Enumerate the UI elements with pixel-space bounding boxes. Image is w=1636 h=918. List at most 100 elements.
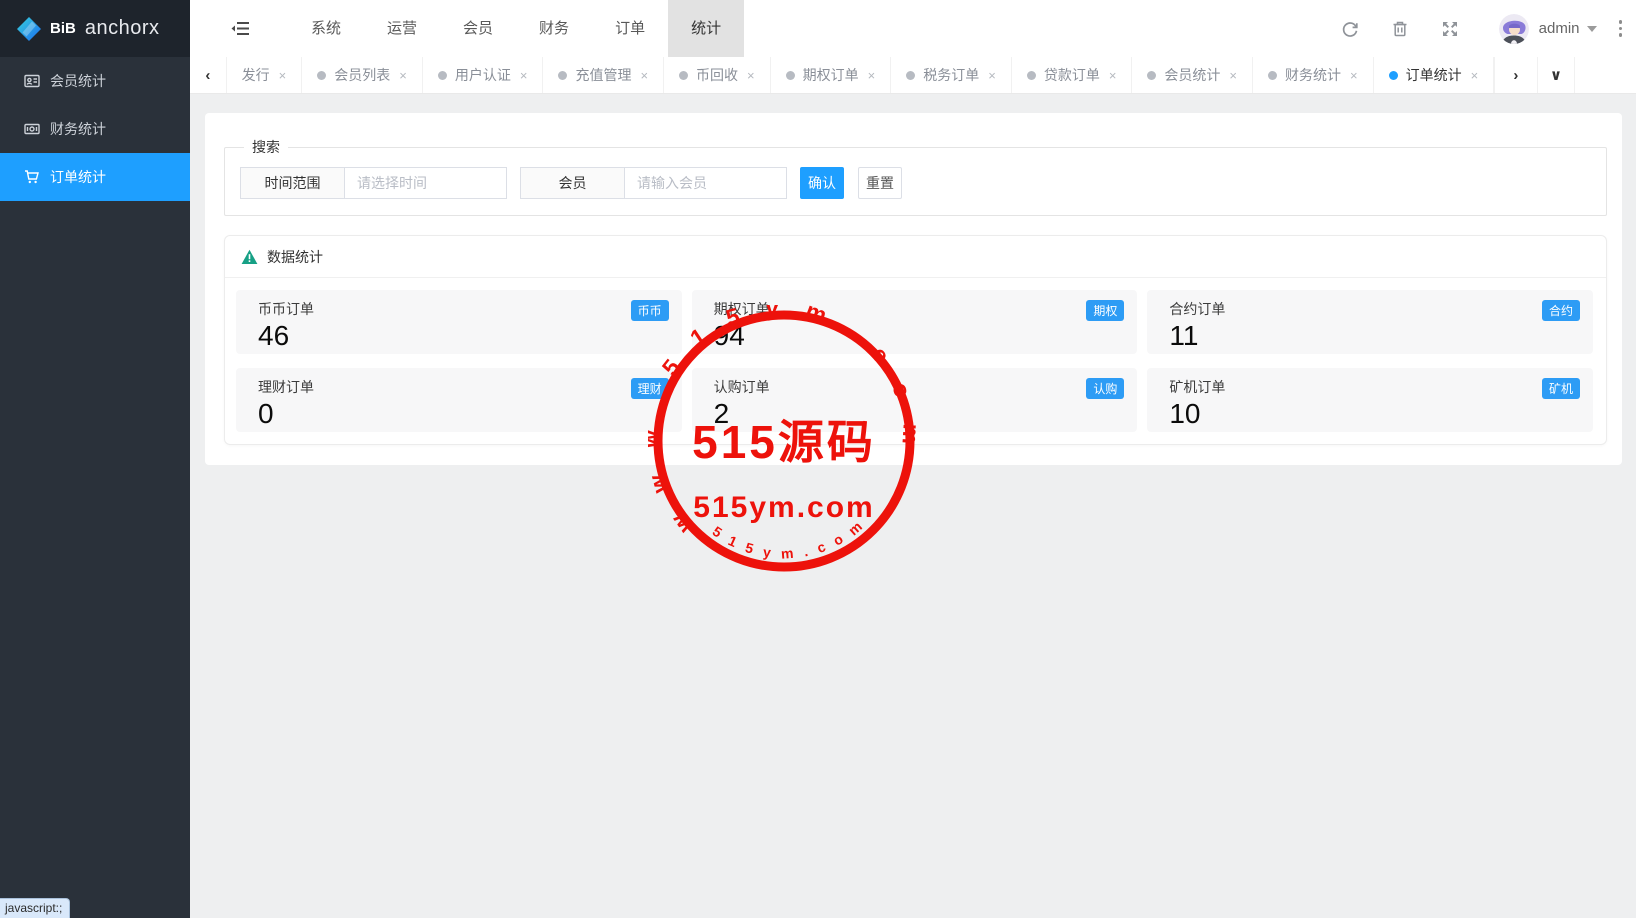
tab-label: 币回收 xyxy=(696,65,738,85)
brand-logo[interactable]: BiB anchorx xyxy=(0,0,190,57)
user-caret-down-icon[interactable] xyxy=(1587,26,1597,32)
tabs-menu-toggle[interactable]: ∨ xyxy=(1537,57,1576,93)
tab-dot xyxy=(679,71,688,80)
tab-dot xyxy=(786,71,795,80)
admin-dashboard: BiB anchorx 会员统计 xyxy=(0,0,1636,918)
tab-label: 税务订单 xyxy=(923,65,979,85)
user-avatar[interactable] xyxy=(1499,14,1529,44)
sidebar-item-label: 订单统计 xyxy=(50,167,106,187)
refresh-icon[interactable] xyxy=(1341,20,1359,38)
member-input[interactable] xyxy=(624,167,787,199)
tab-loan-orders[interactable]: 贷款订单 × xyxy=(1012,57,1133,93)
tab-close-icon[interactable]: × xyxy=(279,68,287,83)
tabs-scroll-left[interactable]: ‹ xyxy=(190,57,227,93)
stat-label: 认购订单 xyxy=(714,377,1116,397)
stat-label: 合约订单 xyxy=(1169,299,1571,319)
tab-order-stats[interactable]: 订单统计 × xyxy=(1374,57,1495,93)
stat-value: 10 xyxy=(1169,398,1571,430)
trash-icon[interactable] xyxy=(1391,20,1409,38)
tab-finance-stats[interactable]: 财务统计 × xyxy=(1253,57,1374,93)
stat-card-subscribe: 认购订单 2 认购 xyxy=(692,368,1138,432)
fullscreen-icon[interactable] xyxy=(1441,20,1459,38)
tab-dot xyxy=(1027,71,1036,80)
nav-item-order[interactable]: 订单 xyxy=(592,0,668,57)
tab-close-icon[interactable]: × xyxy=(399,68,407,83)
tabs-scroll-right[interactable]: › xyxy=(1494,57,1536,93)
tab-label: 贷款订单 xyxy=(1044,65,1100,85)
tab-close-icon[interactable]: × xyxy=(747,68,755,83)
nav-item-operation[interactable]: 运营 xyxy=(364,0,440,57)
tab-coin-recycle[interactable]: 币回收 × xyxy=(664,57,771,93)
tab-label: 充值管理 xyxy=(575,65,631,85)
stat-value: 46 xyxy=(258,320,660,352)
tab-close-icon[interactable]: × xyxy=(1109,68,1117,83)
tab-label: 订单统计 xyxy=(1406,65,1462,85)
tab-label: 财务统计 xyxy=(1285,65,1341,85)
stat-badge: 合约 xyxy=(1542,300,1580,321)
main-content: 搜索 时间范围 会员 确认 重置 xyxy=(190,94,1636,918)
sidebar-item-label: 财务统计 xyxy=(50,119,106,139)
tab-user-auth[interactable]: 用户认证 × xyxy=(423,57,544,93)
tab-label: 用户认证 xyxy=(455,65,511,85)
sidebar-item-label: 会员统计 xyxy=(50,71,106,91)
tab-issue[interactable]: 发行 × xyxy=(227,57,303,93)
tab-label: 期权订单 xyxy=(803,65,859,85)
tab-dot xyxy=(1389,71,1398,80)
nav-item-member[interactable]: 会员 xyxy=(440,0,516,57)
tab-close-icon[interactable]: × xyxy=(988,68,996,83)
tab-close-icon[interactable]: × xyxy=(868,68,876,83)
brand-short: BiB xyxy=(50,20,76,37)
tab-dot xyxy=(317,71,326,80)
sidebar-menu: 会员统计 财务统计 xyxy=(0,57,190,201)
tab-option-orders[interactable]: 期权订单 × xyxy=(771,57,892,93)
tab-dot xyxy=(1268,71,1277,80)
stat-card-wealth: 理财订单 0 理财 xyxy=(236,368,682,432)
tab-label: 会员列表 xyxy=(334,65,390,85)
tab-bar: ‹ 发行 × 会员列表 × 用户认证 × 充值管理 × 币回收 × 期权订单 xyxy=(190,57,1636,94)
nav-item-finance[interactable]: 财务 xyxy=(516,0,592,57)
member-label: 会员 xyxy=(520,167,624,199)
nav-item-system[interactable]: 系统 xyxy=(288,0,364,57)
sidebar: BiB anchorx 会员统计 xyxy=(0,0,190,918)
tab-member-list[interactable]: 会员列表 × xyxy=(302,57,423,93)
stats-title: 数据统计 xyxy=(267,247,323,267)
confirm-button[interactable]: 确认 xyxy=(800,167,844,199)
sidebar-item-finance-stats[interactable]: 财务统计 xyxy=(0,105,190,153)
stat-card-miner: 矿机订单 10 矿机 xyxy=(1147,368,1593,432)
nav-item-statistics[interactable]: 统计 xyxy=(668,0,744,57)
tab-close-icon[interactable]: × xyxy=(1471,68,1479,83)
time-range-input[interactable] xyxy=(344,167,507,199)
tab-label: 会员统计 xyxy=(1164,65,1220,85)
search-fieldset: 搜索 时间范围 会员 确认 重置 xyxy=(224,137,1607,216)
finance-stats-icon xyxy=(24,121,40,137)
sidebar-item-member-stats[interactable]: 会员统计 xyxy=(0,57,190,105)
stat-badge: 币币 xyxy=(631,300,669,321)
reset-button[interactable]: 重置 xyxy=(858,167,902,199)
tab-close-icon[interactable]: × xyxy=(1229,68,1237,83)
top-navbar: 系统 运营 会员 财务 订单 统计 xyxy=(190,0,1636,57)
brand-name: anchorx xyxy=(85,17,160,40)
member-stats-icon xyxy=(24,73,40,89)
tab-tax-orders[interactable]: 税务订单 × xyxy=(891,57,1012,93)
sidebar-collapse-icon[interactable] xyxy=(230,21,250,36)
tabbar-end-pad xyxy=(1575,57,1636,93)
tab-close-icon[interactable]: × xyxy=(520,68,528,83)
stat-value: 11 xyxy=(1169,320,1571,352)
search-legend: 搜索 xyxy=(244,137,288,157)
sidebar-item-order-stats[interactable]: 订单统计 xyxy=(0,153,190,201)
stat-label: 矿机订单 xyxy=(1169,377,1571,397)
tab-close-icon[interactable]: × xyxy=(640,68,648,83)
stat-card-option: 期权订单 94 期权 xyxy=(692,290,1138,354)
page-card: 搜索 时间范围 会员 确认 重置 xyxy=(205,113,1622,465)
tab-close-icon[interactable]: × xyxy=(1350,68,1358,83)
tab-member-stats[interactable]: 会员统计 × xyxy=(1132,57,1253,93)
tab-recharge[interactable]: 充值管理 × xyxy=(543,57,664,93)
stats-panel: 数据统计 币币订单 46 币币 期权订单 94 期权 合约订单 xyxy=(224,235,1607,445)
stat-card-coin: 币币订单 46 币币 xyxy=(236,290,682,354)
stat-badge: 认购 xyxy=(1086,378,1124,399)
member-group: 会员 xyxy=(520,167,787,199)
username[interactable]: admin xyxy=(1539,20,1580,37)
more-dots-icon[interactable] xyxy=(1619,20,1623,37)
stat-badge: 期权 xyxy=(1086,300,1124,321)
stat-value: 2 xyxy=(714,398,1116,430)
